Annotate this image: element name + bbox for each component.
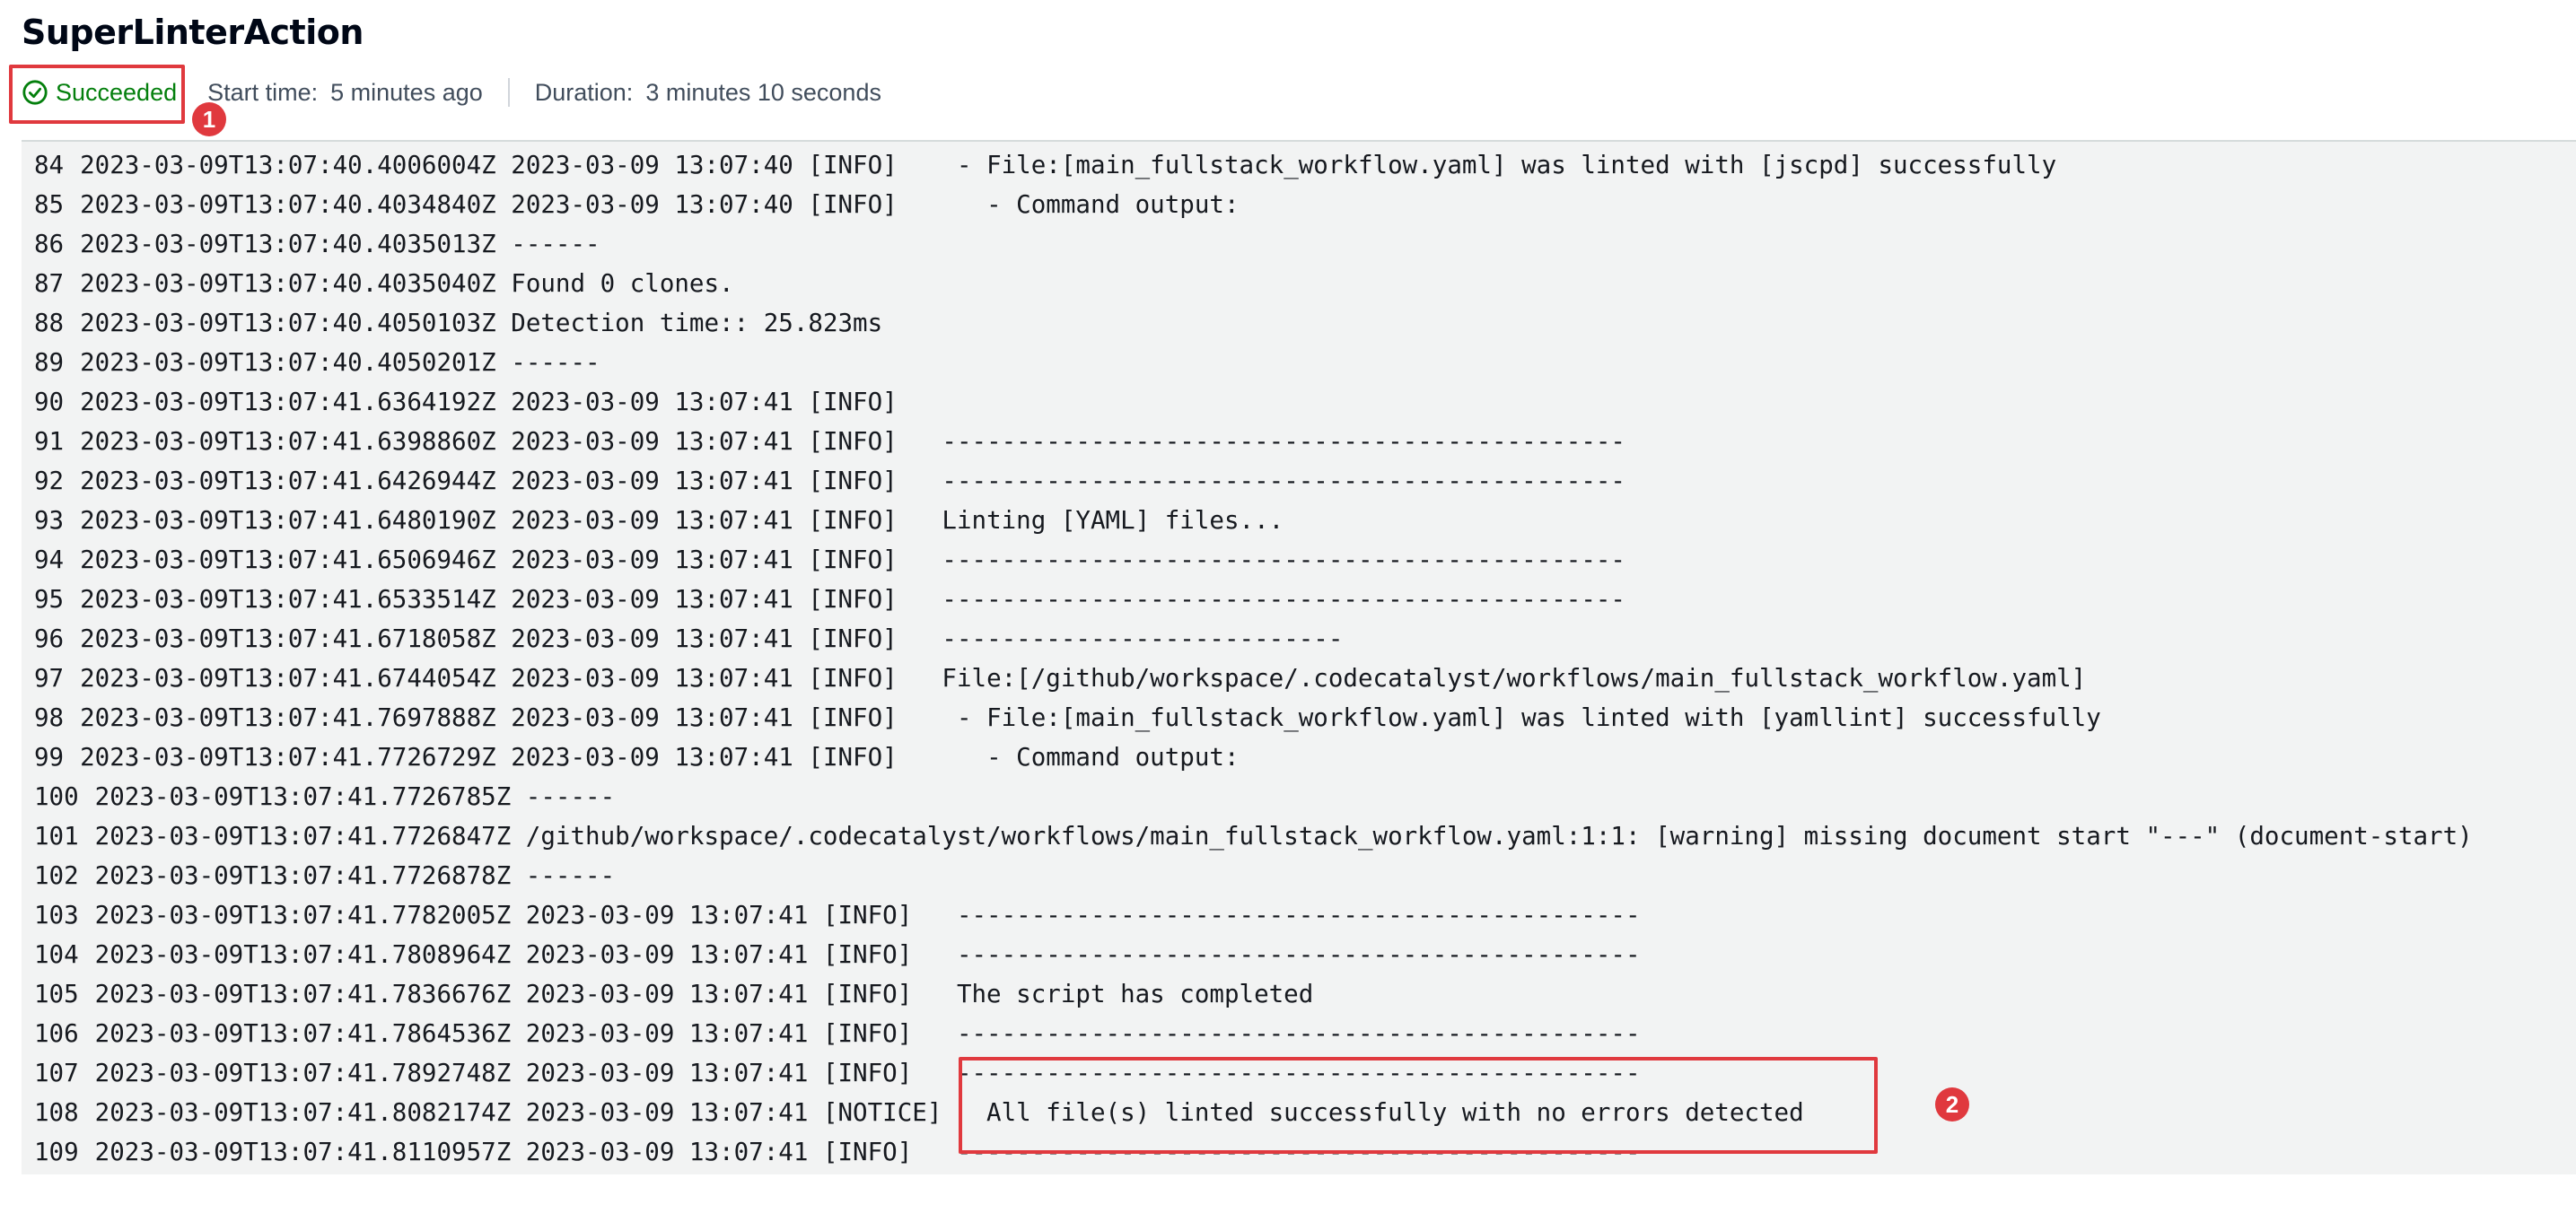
log-line: 99 2023-03-09T13:07:41.7726729Z 2023-03-0… [22,738,2576,777]
duration-label: Duration: [534,78,634,106]
log-line-text: 2023-03-09T13:07:41.7726847Z /github/wor… [94,822,2473,851]
log-line: 100 2023-03-09T13:07:41.7726785Z ------ [22,777,2576,816]
log-line: 96 2023-03-09T13:07:41.6718058Z 2023-03-0… [22,619,2576,659]
annotation-box-success-message [959,1057,1878,1154]
log-line-number: 109 [34,1138,79,1166]
log-line-number: 84 [34,151,65,179]
log-line: 95 2023-03-09T13:07:41.6533514Z 2023-03-0… [22,580,2576,619]
log-line: 98 2023-03-09T13:07:41.7697888Z 2023-03-0… [22,698,2576,738]
log-line-number: 87 [34,269,65,298]
log-line: 97 2023-03-09T13:07:41.6744054Z 2023-03-0… [22,659,2576,698]
log-line-number: 95 [34,585,65,614]
log-line-text: 2023-03-09T13:07:41.6506946Z 2023-03-09 … [80,546,1625,574]
log-line-number: 107 [34,1059,79,1087]
log-line-text: 2023-03-09T13:07:41.6398860Z 2023-03-09 … [80,427,1625,456]
log-line: 87 2023-03-09T13:07:40.4035040Z Found 0 c… [22,264,2576,303]
annotation-marker-2: 2 [1935,1087,1969,1122]
log-line-number: 93 [34,506,65,535]
log-line: 92 2023-03-09T13:07:41.6426944Z 2023-03-0… [22,461,2576,501]
log-line: 94 2023-03-09T13:07:41.6506946Z 2023-03-0… [22,540,2576,580]
log-line: 103 2023-03-09T13:07:41.7782005Z 2023-03-… [22,895,2576,935]
log-line: 102 2023-03-09T13:07:41.7726878Z ------ [22,856,2576,895]
log-line-number: 105 [34,980,79,1008]
log-line-text: 2023-03-09T13:07:41.6364192Z 2023-03-09 … [80,388,898,416]
log-line: 104 2023-03-09T13:07:41.7808964Z 2023-03-… [22,935,2576,974]
log-line-text: 2023-03-09T13:07:41.7726878Z ------ [94,861,616,890]
log-line: 86 2023-03-09T13:07:40.4035013Z ------ [22,224,2576,264]
annotation-box-status [9,65,185,124]
log-line-number: 100 [34,782,79,811]
start-time-value: 5 minutes ago [330,78,483,106]
annotation-marker-1: 1 [192,102,226,136]
log-line-text: 2023-03-09T13:07:40.4035040Z Found 0 clo… [80,269,734,298]
log-line-text: 2023-03-09T13:07:41.6426944Z 2023-03-09 … [80,467,1625,495]
start-time-label: Start time: [207,78,319,106]
log-line-text: 2023-03-09T13:07:41.6533514Z 2023-03-09 … [80,585,1625,614]
divider [507,78,510,107]
log-line-text: 2023-03-09T13:07:41.7864536Z 2023-03-09 … [94,1019,1641,1048]
log-line: 90 2023-03-09T13:07:41.6364192Z 2023-03-0… [22,382,2576,422]
log-line-number: 91 [34,427,65,456]
log-line-number: 97 [34,664,65,693]
log-line-number: 104 [34,940,79,969]
log-line: 105 2023-03-09T13:07:41.7836676Z 2023-03-… [22,974,2576,1014]
log-line-text: 2023-03-09T13:07:41.6718058Z 2023-03-09 … [80,624,1344,653]
duration-value: 3 minutes 10 seconds [645,78,881,106]
log-line: 89 2023-03-09T13:07:40.4050201Z ------ [22,343,2576,382]
log-line-number: 102 [34,861,79,890]
log-line-text: 2023-03-09T13:07:41.7726729Z 2023-03-09 … [80,743,1240,772]
log-line: 93 2023-03-09T13:07:41.6480190Z 2023-03-0… [22,501,2576,540]
log-line-text: 2023-03-09T13:07:41.6480190Z 2023-03-09 … [80,506,1284,535]
log-line-text: 2023-03-09T13:07:41.7726785Z ------ [94,782,616,811]
log-line: 101 2023-03-09T13:07:41.7726847Z /github/… [22,816,2576,856]
log-line: 106 2023-03-09T13:07:41.7864536Z 2023-03-… [22,1014,2576,1053]
log-output[interactable]: 84 2023-03-09T13:07:40.4006004Z 2023-03-0… [22,140,2576,1174]
log-line-number: 106 [34,1019,79,1048]
log-line-number: 85 [34,190,65,219]
log-line-number: 98 [34,703,65,732]
log-line-number: 101 [34,822,79,851]
log-line-text: 2023-03-09T13:07:41.6744054Z 2023-03-09 … [80,664,2087,693]
log-line-number: 108 [34,1098,79,1127]
log-line-text: 2023-03-09T13:07:40.4050103Z Detection t… [80,309,883,337]
log-line-text: 2023-03-09T13:07:40.4050201Z ------ [80,348,600,377]
log-line-text: 2023-03-09T13:07:40.4034840Z 2023-03-09 … [80,190,1240,219]
log-line: 84 2023-03-09T13:07:40.4006004Z 2023-03-0… [22,145,2576,185]
log-line-number: 94 [34,546,65,574]
log-line-text: 2023-03-09T13:07:41.7808964Z 2023-03-09 … [94,940,1641,969]
log-line-number: 99 [34,743,65,772]
log-line-text: 2023-03-09T13:07:41.7836676Z 2023-03-09 … [94,980,1314,1008]
log-line-text: 2023-03-09T13:07:41.7782005Z 2023-03-09 … [94,901,1641,930]
log-line-number: 90 [34,388,65,416]
log-line-text: 2023-03-09T13:07:40.4006004Z 2023-03-09 … [80,151,2057,179]
log-line-number: 103 [34,901,79,930]
log-line-number: 88 [34,309,65,337]
log-line-number: 96 [34,624,65,653]
page-title: SuperLinterAction [22,13,364,52]
log-line-number: 86 [34,230,65,258]
log-line: 85 2023-03-09T13:07:40.4034840Z 2023-03-0… [22,185,2576,224]
log-line-number: 89 [34,348,65,377]
log-line-text: 2023-03-09T13:07:41.7697888Z 2023-03-09 … [80,703,2101,732]
log-line: 88 2023-03-09T13:07:40.4050103Z Detection… [22,303,2576,343]
log-line: 91 2023-03-09T13:07:41.6398860Z 2023-03-0… [22,422,2576,461]
log-line-number: 92 [34,467,65,495]
log-line-text: 2023-03-09T13:07:40.4035013Z ------ [80,230,600,258]
